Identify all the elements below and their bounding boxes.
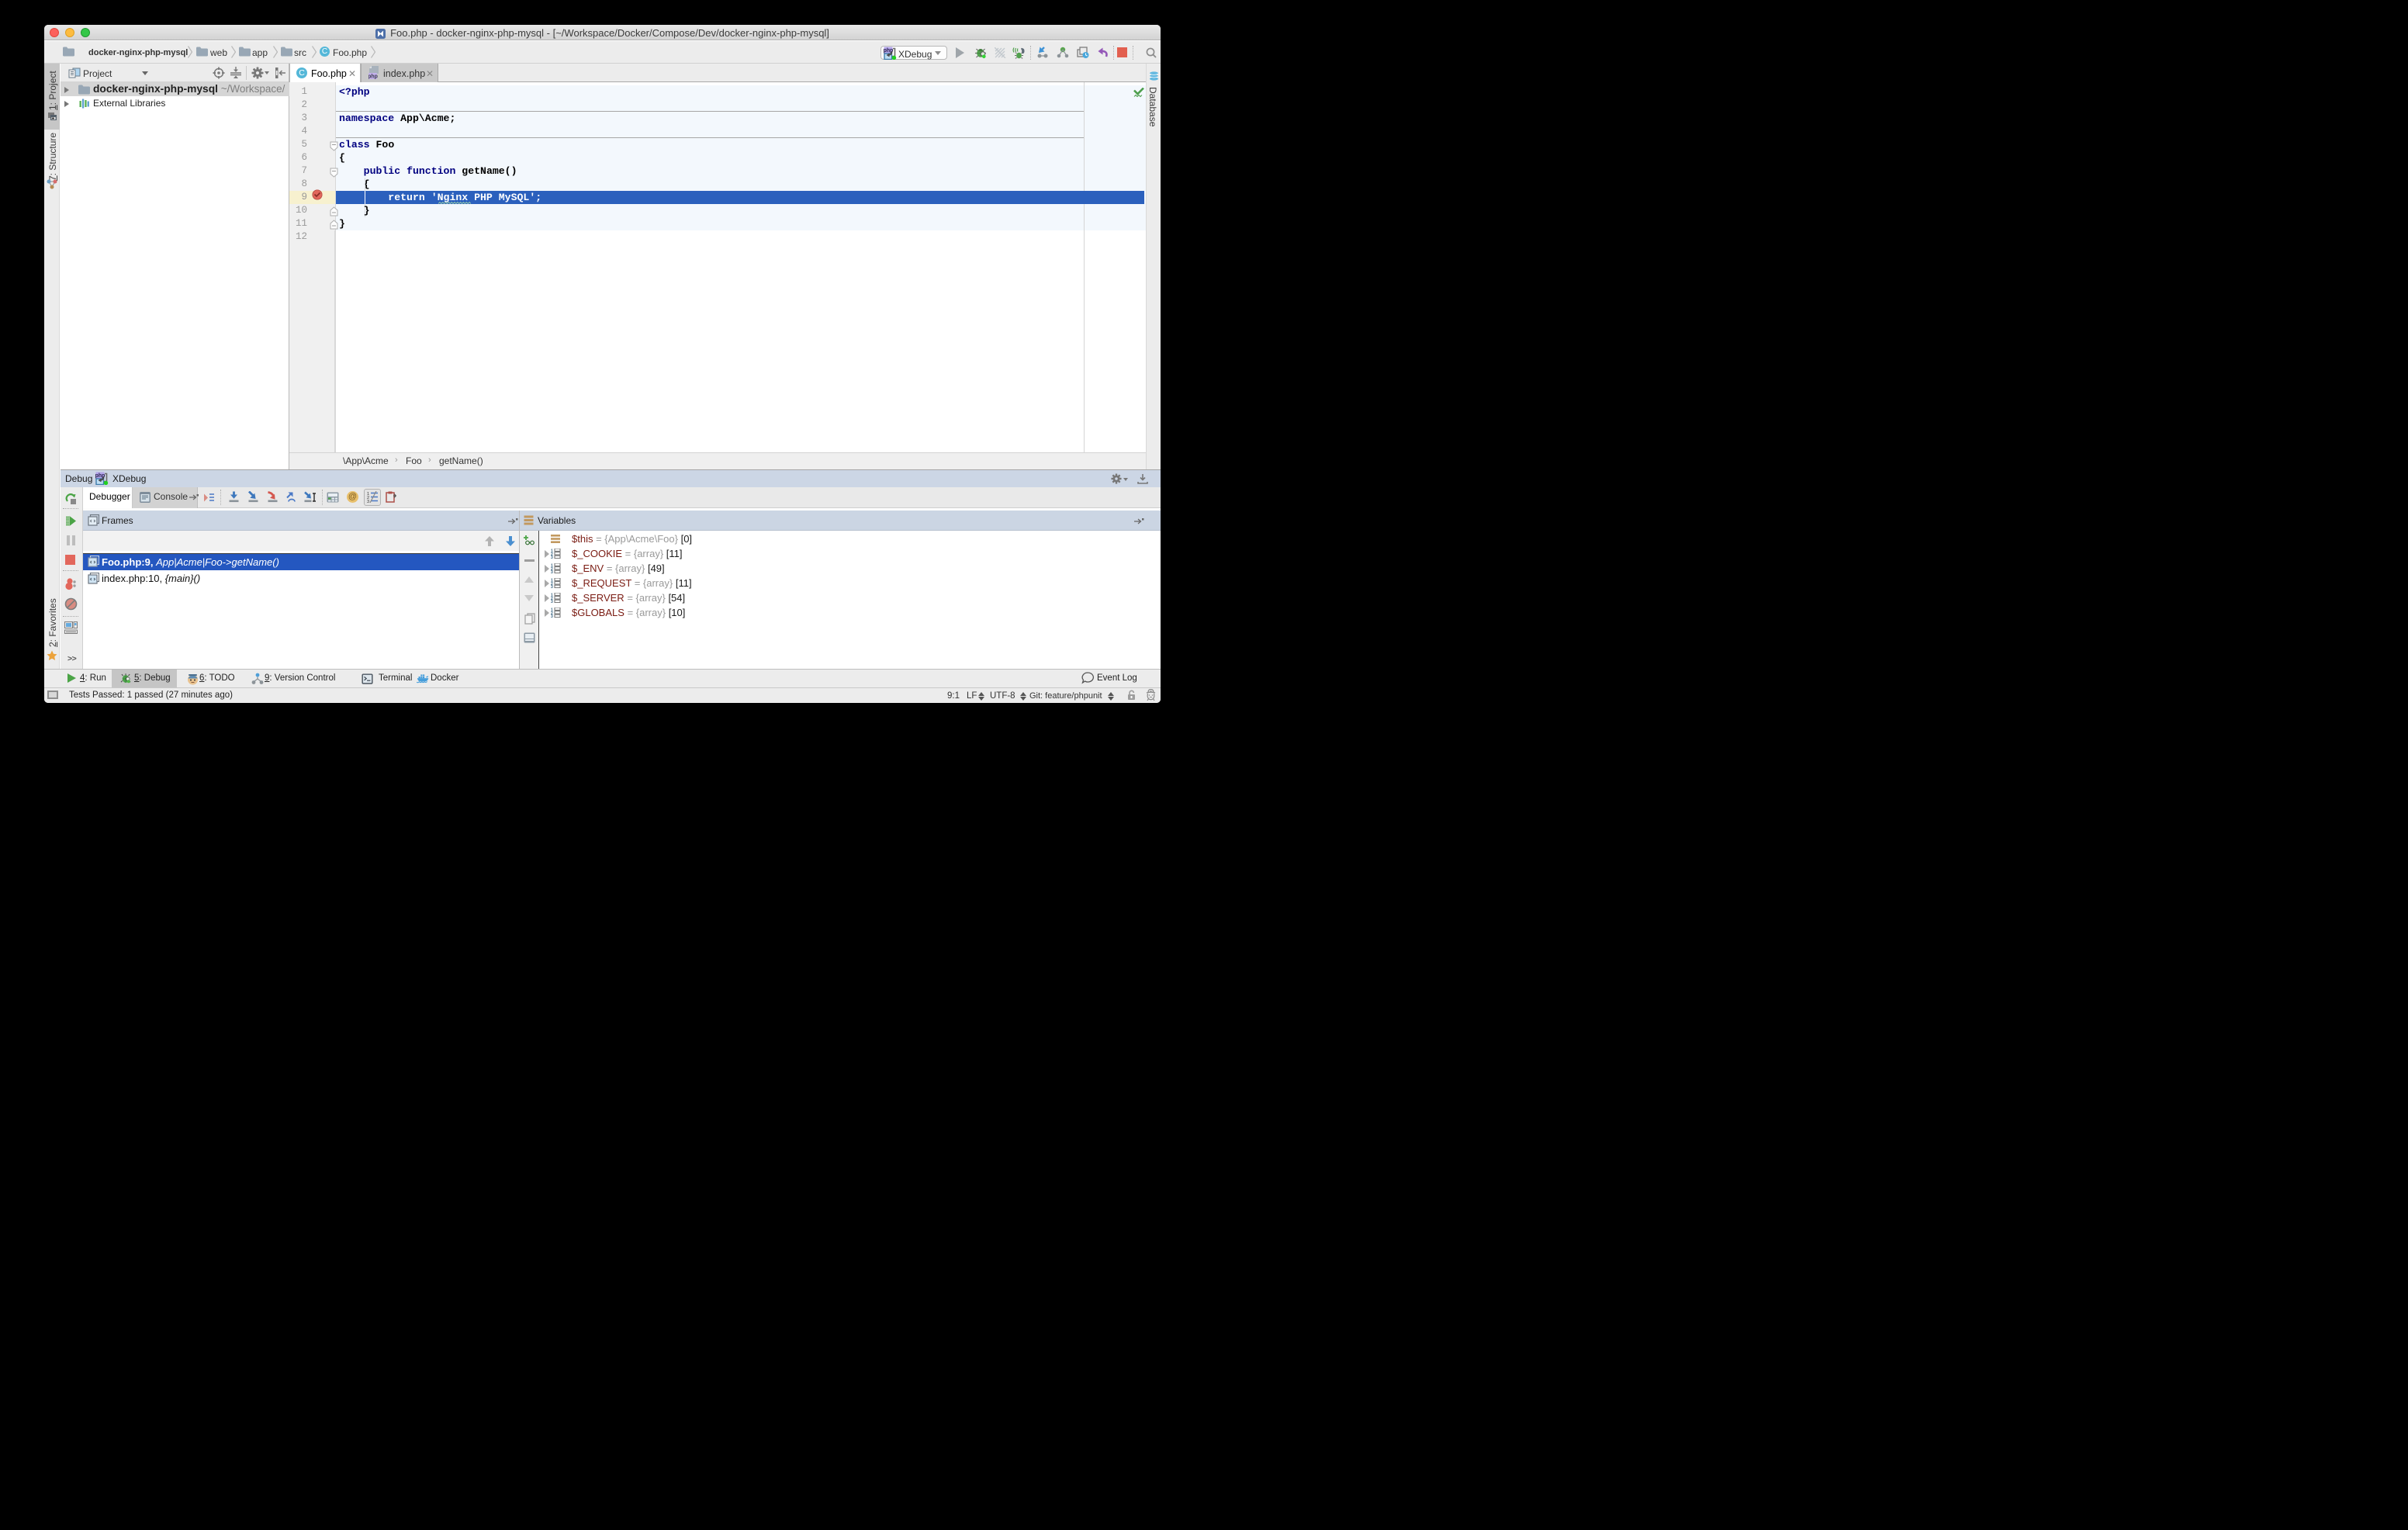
svg-text:3: 3 xyxy=(551,585,553,588)
svg-text:3: 3 xyxy=(551,570,553,573)
svg-text:3: 3 xyxy=(551,600,553,603)
svg-text:3: 3 xyxy=(367,500,369,503)
svg-text:3: 3 xyxy=(551,614,553,618)
svg-text:php: php xyxy=(368,74,378,80)
svg-text:3: 3 xyxy=(551,556,553,559)
